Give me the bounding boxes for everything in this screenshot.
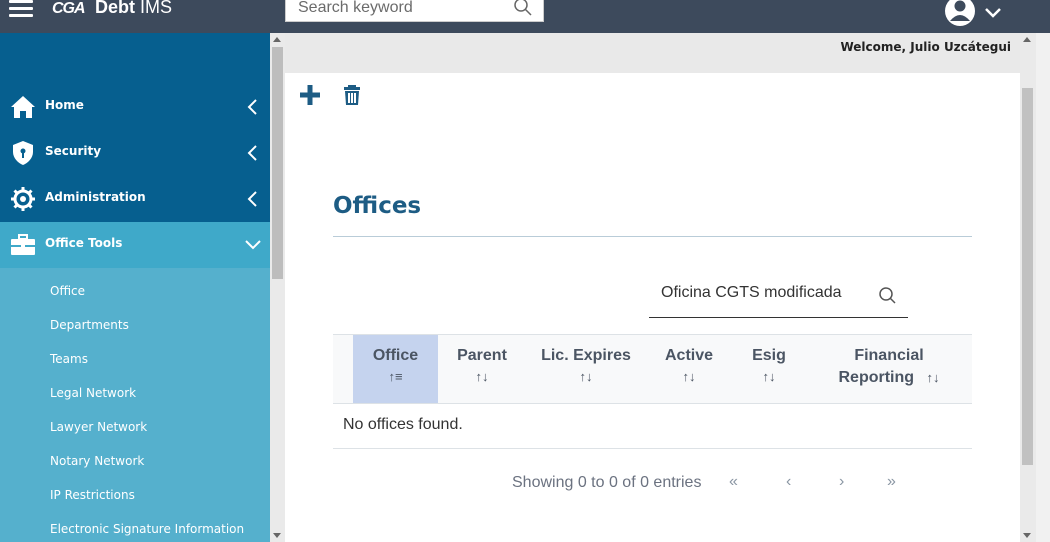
submenu-item-teams[interactable]: Teams — [50, 352, 88, 366]
offices-table: Office ↑≡ Parent ↑↓ Lic. Expires ↑↓ Acti… — [333, 334, 972, 449]
window-scrollbar[interactable] — [1036, 33, 1050, 542]
scrollbar-thumb[interactable] — [272, 47, 283, 279]
submenu-item-lawyer-network[interactable]: Lawyer Network — [50, 420, 147, 434]
chevron-left-icon — [247, 99, 257, 115]
chevron-down-icon — [245, 240, 261, 250]
home-icon — [11, 96, 35, 118]
sort-icon: ↑↓ — [475, 369, 489, 384]
scrollbar-thumb[interactable] — [1022, 88, 1033, 465]
briefcase-icon — [11, 234, 35, 255]
main-content: Offices Office ↑≡ Parent ↑↓ Lic. Expires… — [285, 73, 1020, 542]
sort-ascending-icon: ↑≡ — [388, 369, 403, 384]
filter-input[interactable] — [649, 281, 869, 305]
sort-icon: ↑↓ — [926, 370, 940, 385]
welcome-text: Welcome, Julio Uzcátegui — [840, 40, 1011, 54]
column-header-office[interactable]: Office ↑≡ — [353, 335, 438, 403]
table-empty-row: No offices found. — [333, 404, 972, 449]
add-icon[interactable] — [299, 84, 321, 106]
sidebar-item-security[interactable]: Security — [0, 130, 270, 176]
submenu-item-ip-restrictions[interactable]: IP Restrictions — [50, 488, 135, 502]
scroll-up-icon[interactable] — [1023, 37, 1031, 42]
sort-icon: ↑↓ — [682, 369, 696, 384]
first-page-button[interactable]: « — [729, 473, 738, 491]
search-icon[interactable] — [878, 286, 898, 306]
next-page-button[interactable]: › — [839, 473, 844, 491]
scroll-down-icon[interactable] — [273, 533, 281, 538]
sort-icon: ↑↓ — [579, 369, 593, 384]
column-header-financial-reporting[interactable]: Financial Reporting ↑↓ — [806, 335, 972, 403]
sidebar-item-label: Security — [45, 144, 102, 158]
paginator: Showing 0 to 0 of 0 entries « ‹ › » — [333, 473, 972, 495]
user-menu[interactable] — [944, 0, 1006, 28]
app-name: Debt IMS — [95, 0, 173, 17]
main-scrollbar[interactable] — [1020, 33, 1036, 542]
sort-icon: ↑↓ — [762, 369, 776, 384]
gear-icon — [11, 187, 35, 211]
sidebar: Home Security Administration Office Tool… — [0, 33, 270, 542]
title-divider — [333, 236, 972, 237]
top-bar: CGA Debt IMS — [0, 0, 1050, 33]
last-page-button[interactable]: » — [887, 473, 896, 491]
page-title: Offices — [333, 193, 422, 219]
trash-icon[interactable] — [343, 84, 361, 106]
sidebar-item-label: Home — [45, 98, 84, 112]
chevron-left-icon — [247, 145, 257, 161]
user-avatar-icon — [945, 0, 975, 26]
sidebar-item-label: Administration — [45, 190, 146, 204]
column-header-lic-expires[interactable]: Lic. Expires ↑↓ — [526, 335, 646, 403]
scroll-down-icon[interactable] — [1023, 533, 1031, 538]
table-header: Office ↑≡ Parent ↑↓ Lic. Expires ↑↓ Acti… — [333, 334, 972, 404]
column-header-active[interactable]: Active ↑↓ — [646, 335, 732, 403]
empty-message: No offices found. — [343, 416, 463, 433]
search-icon[interactable] — [513, 0, 533, 17]
shield-icon — [13, 141, 33, 165]
chevron-down-icon — [985, 8, 1001, 18]
search-input[interactable] — [286, 0, 511, 19]
logo-mark: CGA — [52, 0, 86, 17]
welcome-bar: Welcome, Julio Uzcátegui — [285, 33, 1020, 73]
sidebar-item-office-tools[interactable]: Office Tools — [0, 222, 270, 268]
paging-info: Showing 0 to 0 of 0 entries — [512, 474, 702, 491]
prev-page-button[interactable]: ‹ — [786, 473, 791, 491]
column-header-parent[interactable]: Parent ↑↓ — [438, 335, 526, 403]
sidebar-item-administration[interactable]: Administration — [0, 176, 270, 222]
scroll-up-icon[interactable] — [273, 37, 281, 42]
office-tools-submenu: Office Departments Teams Legal Network L… — [0, 268, 270, 542]
chevron-left-icon — [247, 191, 257, 207]
sidebar-scrollbar[interactable] — [270, 33, 285, 542]
submenu-item-departments[interactable]: Departments — [50, 318, 129, 332]
submenu-item-legal-network[interactable]: Legal Network — [50, 386, 136, 400]
menu-icon[interactable] — [9, 0, 33, 18]
global-search — [285, 0, 544, 22]
submenu-item-electronic-signature[interactable]: Electronic Signature Information — [50, 522, 244, 536]
sidebar-item-home[interactable]: Home — [0, 84, 270, 130]
app-logo[interactable]: CGA Debt IMS — [52, 0, 172, 18]
submenu-item-notary-network[interactable]: Notary Network — [50, 454, 144, 468]
column-header-esig[interactable]: Esig ↑↓ — [732, 335, 806, 403]
submenu-item-office[interactable]: Office — [50, 284, 85, 298]
table-filter — [649, 275, 908, 318]
sidebar-item-label: Office Tools — [45, 236, 123, 250]
